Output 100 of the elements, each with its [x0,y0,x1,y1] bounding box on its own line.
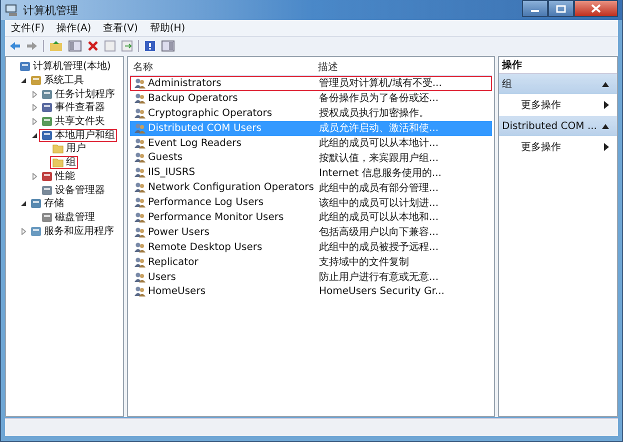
maximize-button[interactable] [548,0,574,17]
expand-arrow-icon[interactable] [19,228,28,235]
tree-item[interactable]: 计算机管理(本地) [17,60,113,74]
menu-item[interactable]: 操作(A) [56,21,92,35]
group-row[interactable]: HomeUsers HomeUsers Security Gr... [130,284,492,300]
collapse-arrow-icon[interactable] [30,132,39,139]
node-icon [41,116,53,128]
actions-section-header[interactable]: Distributed COM ... [499,116,617,136]
group-description: 按默认值，来宾跟用户组... [319,152,440,165]
group-name: Cryptographic Operators [148,108,272,119]
collapse-arrow-icon[interactable] [19,77,28,84]
tree-item[interactable]: 事件查看器 [39,101,107,114]
group-name: Performance Monitor Users [148,212,284,223]
users-icon [134,92,146,104]
tree-item[interactable]: 用户 [50,142,88,156]
expand-arrow-icon[interactable] [30,172,39,180]
users-icon [134,108,146,119]
node-icon [41,88,53,100]
group-name: Guests [148,152,183,164]
column-header[interactable]: 描述 [318,60,492,74]
group-row[interactable]: Event Log Readers 此组的成员可以从本地计... [130,136,492,150]
folder-up-icon[interactable] [49,40,63,52]
node-icon [41,130,53,141]
group-name: Distributed COM Users [148,122,262,134]
group-row[interactable]: Remote Desktop Users 此组中的成员被授予远程... [130,240,492,255]
group-description: 此组中的成员有部分管理... [319,182,440,195]
tree-item[interactable]: 共享文件夹 [39,115,107,128]
group-name: HomeUsers [148,286,206,298]
delete-icon[interactable] [87,40,99,52]
submenu-arrow-icon [604,101,609,109]
expand-arrow-icon[interactable] [30,104,39,112]
group-description: 授权成员执行加密操作。 [319,106,430,120]
tree-item[interactable]: 性能 [39,170,77,183]
node-icon [30,198,42,210]
group-row[interactable]: Power Users 包括高级用户以向下兼容... [130,224,492,240]
group-name: Backup Operators [148,92,238,104]
group-name: Power Users [148,226,210,238]
maximize-icon [556,4,566,12]
menu-item[interactable]: 文件(F) [11,21,45,35]
group-description: 防止用户进行有意或无意... [319,270,440,284]
collapse-arrow-icon[interactable] [19,200,28,208]
minimize-button[interactable] [522,0,548,17]
action-item[interactable]: 更多操作 [499,136,617,158]
users-icon [134,167,146,178]
group-description: 备份操作员为了备份或还... [319,92,440,106]
group-description: 该组中的成员可以计划进... [319,196,440,210]
tree-item[interactable]: 系统工具 [28,74,86,88]
group-name: Replicator [148,256,198,268]
node-icon [30,226,42,237]
tree-item[interactable]: 组 [50,156,78,170]
users-icon [134,122,146,134]
group-row[interactable]: Performance Log Users 该组中的成员可以计划进... [130,195,492,210]
submenu-arrow-icon [604,143,609,151]
group-row[interactable]: Cryptographic Operators 授权成员执行加密操作。 [130,106,492,121]
tree-item[interactable]: 设备管理器 [39,184,107,197]
group-name: IIS_IUSRS [148,167,196,178]
tree-item[interactable]: 磁盘管理 [39,210,97,224]
back-arrow-icon[interactable] [9,41,21,51]
users-icon [134,242,146,253]
node-icon [30,75,42,86]
tree-item[interactable]: 任务计划程序 [39,88,117,101]
panel-icon[interactable] [161,40,175,52]
group-row[interactable]: Replicator 支持域中的文件复制 [130,254,492,270]
menu-item[interactable]: 查看(V) [103,21,138,35]
group-row[interactable]: Network Configuration Operators 此组中的成员有部分管理... [130,180,492,196]
expand-arrow-icon[interactable] [30,90,39,98]
expand-arrow-icon[interactable] [30,118,39,126]
tree-item[interactable]: 本地用户和组 [39,128,117,142]
group-description: 此组的成员可以从本地和... [319,210,440,224]
group-description: HomeUsers Security Gr... [319,286,446,298]
node-icon [41,212,53,223]
group-name: Performance Log Users [148,197,264,208]
group-name: Administrators [148,78,222,89]
close-button[interactable] [574,0,618,17]
users-icon [134,138,146,148]
panel-icon[interactable] [68,40,82,52]
users-icon [134,182,146,194]
group-name: Network Configuration Operators [148,182,314,194]
group-row[interactable]: Guests 按默认值，来宾跟用户组... [130,150,492,166]
actions-section-header[interactable]: 组 [499,74,617,94]
group-row[interactable]: IIS_IUSRS Internet 信息服务使用的... [130,165,492,180]
group-name: Users [148,272,176,283]
column-header[interactable]: 名称 [130,60,318,74]
tree-item[interactable]: 服务和应用程序 [28,224,116,238]
group-description: 此组中的成员被授予远程... [319,240,440,254]
group-row[interactable]: Performance Monitor Users 此组的成员可以从本地和... [130,210,492,225]
action-item[interactable]: 更多操作 [499,94,617,116]
group-row[interactable]: Administrators 管理员对计算机/域有不受... [130,76,492,91]
group-row[interactable]: Users 防止用户进行有意或无意... [130,270,492,284]
computer-icon [5,3,19,17]
group-description: 此组的成员可以从本地计... [319,136,440,150]
menu-item[interactable]: 帮助(H) [150,21,186,35]
node-icon [41,184,53,196]
group-description: Internet 信息服务使用的... [319,166,442,180]
export-icon[interactable] [121,40,133,52]
users-icon [134,272,146,283]
group-row[interactable]: Backup Operators 备份操作员为了备份或还... [130,90,492,106]
group-description: 管理员对计算机/域有不受... [319,76,443,90]
forward-arrow-icon[interactable] [26,41,38,51]
tree-item[interactable]: 存储 [28,197,66,210]
